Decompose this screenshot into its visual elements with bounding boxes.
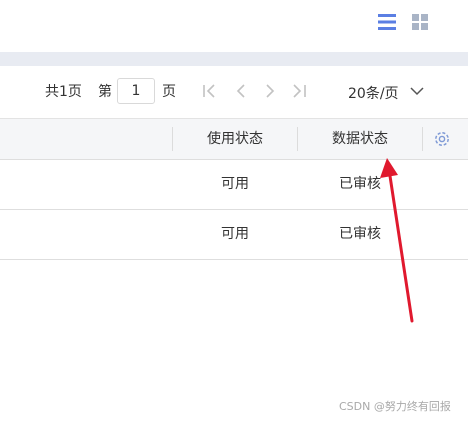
watermark: CSDN @努力终有回报 [339, 400, 451, 413]
annotation-arrow [380, 158, 414, 323]
